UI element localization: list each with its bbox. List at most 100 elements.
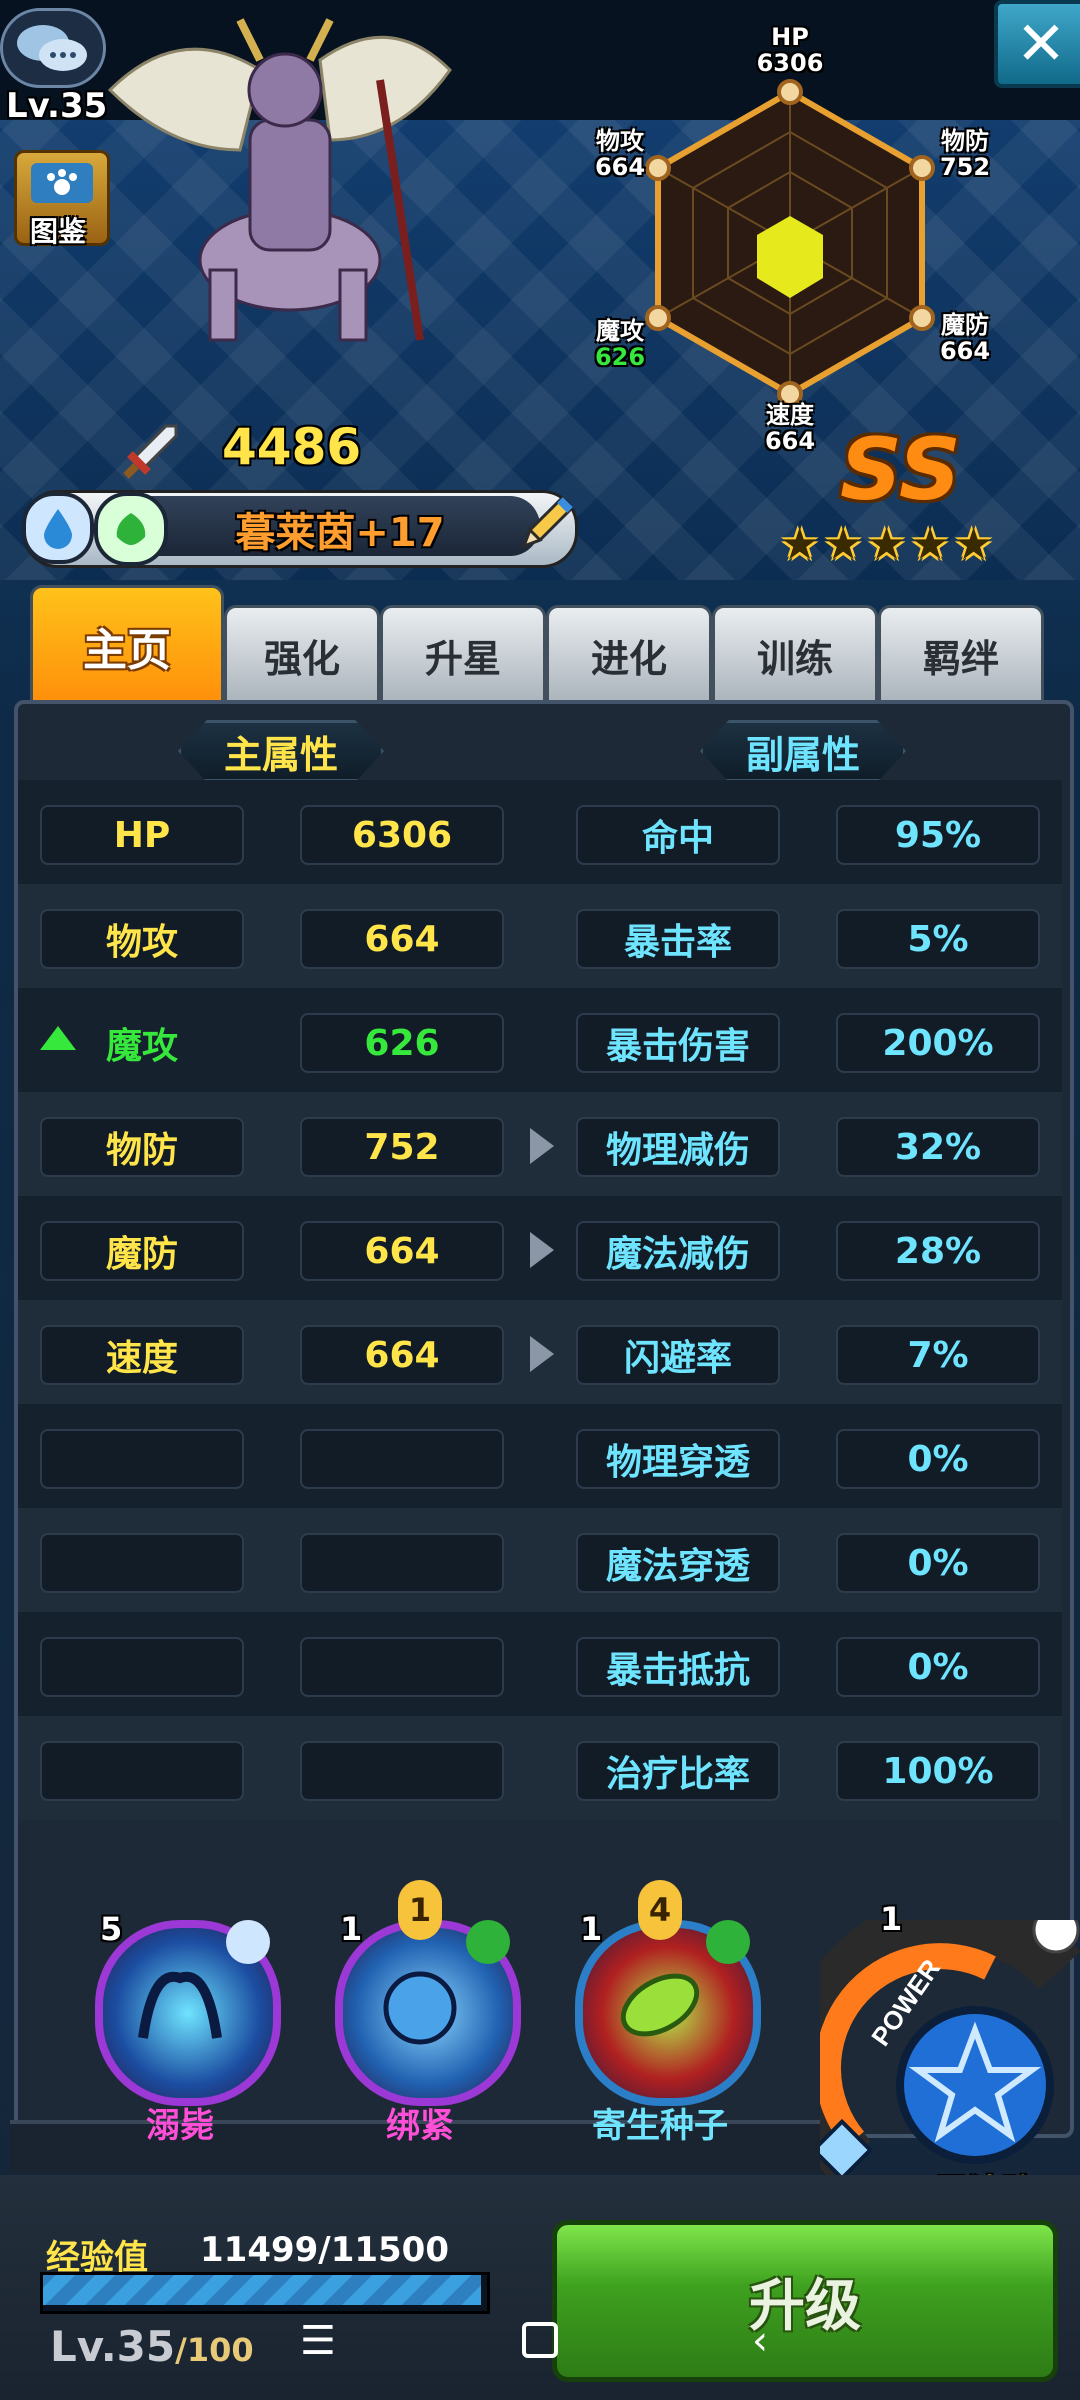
- sub-stat-name: 魔法减伤: [576, 1221, 780, 1281]
- skill-name: 溺毙: [146, 2106, 214, 2146]
- bottom-level: Lv.35/100: [50, 2322, 254, 2371]
- close-icon: ✕: [1015, 9, 1067, 79]
- star-icon: ★: [780, 519, 820, 570]
- grass-element-icon: [706, 1920, 750, 1964]
- stat-row: HP 6306 命中 95%: [18, 780, 1062, 884]
- star-icon: ★: [823, 519, 863, 570]
- sub-stat-value: 95%: [836, 805, 1040, 865]
- hero-tabs: 主页 强化 升星 进化 训练 羁绊: [30, 585, 1044, 703]
- main-stat-value: [300, 1741, 504, 1801]
- main-stat-value: 626: [300, 1013, 504, 1073]
- tab-train[interactable]: 训练: [712, 605, 878, 703]
- radar-patk-label: 物攻: [596, 127, 644, 155]
- tab-star-up[interactable]: 升星: [380, 605, 546, 703]
- formation-power-dial[interactable]: POWER: [820, 1920, 1080, 2190]
- exp-value: 11499/11500: [200, 2230, 449, 2270]
- sub-stat-name: 命中: [576, 805, 780, 865]
- back-nav-icon[interactable]: ‹: [752, 2318, 768, 2364]
- star-rating: ★ ★ ★ ★ ★: [780, 520, 1020, 570]
- close-button[interactable]: ✕: [994, 0, 1080, 88]
- main-stat-name: HP: [40, 805, 244, 865]
- main-stat-value: [300, 1533, 504, 1593]
- skill-level-badge: 1: [580, 1910, 603, 1948]
- radar-matk-label: 魔攻: [596, 317, 644, 345]
- radar-speed: 速度 664: [750, 402, 830, 454]
- radar-patk: 物攻 664: [580, 128, 660, 180]
- sub-stat-name: 物理穿透: [576, 1429, 780, 1489]
- sub-stat-value: 0%: [836, 1637, 1040, 1697]
- hero-portrait[interactable]: [90, 0, 470, 350]
- radar-matk-value: 626: [594, 343, 646, 371]
- stat-row: 魔防 664 魔法减伤 28%: [18, 1196, 1062, 1300]
- stat-row: 物理穿透 0%: [18, 1404, 1062, 1508]
- star-icon: ★: [953, 519, 994, 570]
- radar-speed-label: 速度: [766, 401, 814, 429]
- radar-patk-value: 664: [594, 153, 646, 181]
- menu-nav-icon[interactable]: ☰: [300, 2318, 336, 2364]
- skill-cost-badge: 4: [638, 1880, 682, 1940]
- chat-icon: [17, 25, 87, 71]
- paw-icon: [1032, 1920, 1080, 1954]
- sub-stat-value: 32%: [836, 1117, 1040, 1177]
- main-stat-value: [300, 1637, 504, 1697]
- home-nav-icon[interactable]: [522, 2322, 558, 2358]
- sub-stat-name: 治疗比率: [576, 1741, 780, 1801]
- play-arrow-icon: [530, 1128, 554, 1164]
- max-level: /100: [175, 2331, 254, 2369]
- star-icon: ★: [866, 519, 907, 570]
- upgrade-button[interactable]: 升级: [552, 2220, 1058, 2382]
- main-stat-name: [40, 1533, 244, 1593]
- sub-stat-name: 物理减伤: [576, 1117, 780, 1177]
- water-element-icon: [226, 1920, 270, 1964]
- radar-mdef: 魔防 664: [925, 312, 1005, 364]
- sub-stat-value: 0%: [836, 1429, 1040, 1489]
- radar-hp-label: HP: [771, 23, 809, 51]
- skill-name: 寄生种子: [592, 2106, 728, 2146]
- skill-cost-badge: 1: [398, 1880, 442, 1940]
- radar-hp: HP 6306: [750, 24, 830, 76]
- formation-level: 1: [880, 1900, 903, 1938]
- main-stat-name: 物攻: [40, 909, 244, 969]
- sub-stat-name: 暴击抵抗: [576, 1637, 780, 1697]
- main-stat-value: 664: [300, 1221, 504, 1281]
- star-icon: ★: [910, 519, 950, 570]
- main-stat-name: [40, 1741, 244, 1801]
- main-stat-value: 664: [300, 909, 504, 969]
- tab-evolve[interactable]: 进化: [546, 605, 712, 703]
- rename-pencil-icon[interactable]: [510, 490, 580, 560]
- current-level: Lv.35: [50, 2322, 176, 2371]
- sub-stat-name: 闪避率: [576, 1325, 780, 1385]
- radar-hp-value: 6306: [756, 49, 824, 77]
- radar-matk: 魔攻 626: [580, 318, 660, 370]
- sub-stat-value: 7%: [836, 1325, 1040, 1385]
- tab-bond[interactable]: 羁绊: [878, 605, 1044, 703]
- radar-speed-value: 664: [764, 427, 816, 455]
- stat-row: 魔法穿透 0%: [18, 1508, 1062, 1612]
- main-stat-name: 速度: [40, 1325, 244, 1385]
- grass-element-icon: [466, 1920, 510, 1964]
- sub-stat-value: 0%: [836, 1533, 1040, 1593]
- sub-stat-value: 5%: [836, 909, 1040, 969]
- main-stat-name: [40, 1637, 244, 1697]
- radar-mdef-value: 664: [939, 337, 991, 365]
- sub-stat-name: 暴击伤害: [576, 1013, 780, 1073]
- stat-radar-chart: [645, 79, 935, 407]
- sub-stat-value: 28%: [836, 1221, 1040, 1281]
- main-stat-value: 6306: [300, 805, 504, 865]
- play-arrow-icon: [530, 1336, 554, 1372]
- main-stat-value: 752: [300, 1117, 504, 1177]
- tab-enhance[interactable]: 强化: [224, 605, 380, 703]
- encyclopedia-label: 图鉴: [30, 215, 87, 248]
- water-element-icon: [22, 492, 94, 564]
- main-stats-header: 主属性: [178, 720, 384, 782]
- sub-stat-name: 暴击率: [576, 909, 780, 969]
- hero-name: 暮莱茵+17: [235, 510, 445, 556]
- hero-rank: SS: [840, 420, 961, 520]
- sub-stat-value: 100%: [836, 1741, 1040, 1801]
- main-stat-value: [300, 1429, 504, 1489]
- sub-stat-value: 200%: [836, 1013, 1040, 1073]
- main-stat-name: 魔攻: [105, 1026, 178, 1067]
- stat-row: 物防 752 物理减伤 32%: [18, 1092, 1062, 1196]
- grass-element-icon: [94, 492, 168, 566]
- tab-home[interactable]: 主页: [30, 585, 224, 703]
